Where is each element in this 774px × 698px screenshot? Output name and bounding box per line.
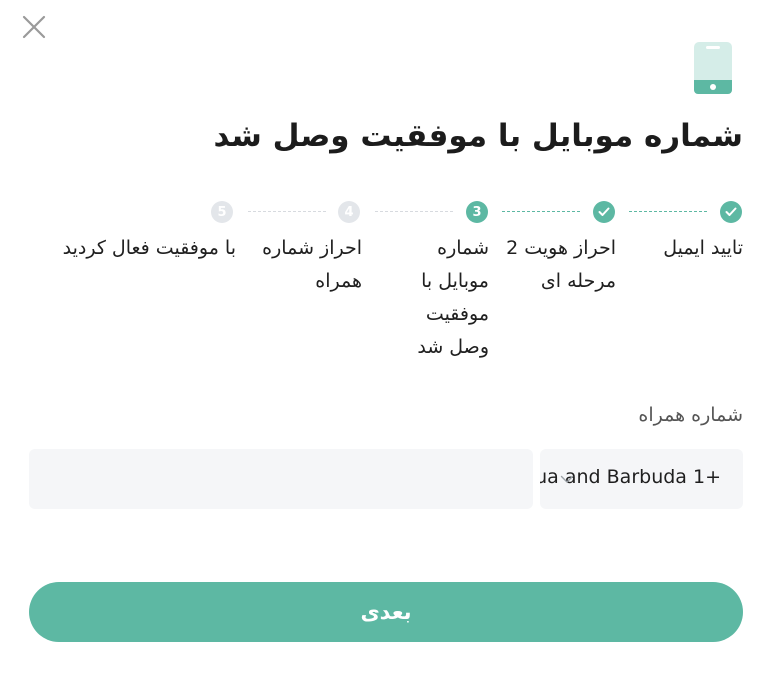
country-code-select[interactable]: Antigua and Barbuda 1+: [540, 449, 743, 509]
mobile-phone-icon: [694, 42, 732, 94]
step-3-number: 3: [466, 201, 488, 223]
step-5-number: 5: [211, 201, 233, 223]
step-5-label: با موفقیت فعال کردید: [62, 237, 236, 259]
step-1-label: تایید ایمیل: [663, 237, 743, 259]
step-connector: [629, 211, 707, 212]
step-4-number: 4: [338, 201, 360, 223]
step-connector: [502, 211, 580, 212]
phone-number-label: شماره همراه: [638, 404, 743, 426]
step-2-check-icon: [593, 201, 615, 223]
close-button[interactable]: [20, 13, 48, 41]
progress-stepper: تایید ایمیل احراز هویت 2 مرحله ای 3 شمار…: [0, 200, 774, 370]
next-button[interactable]: بعدی: [29, 582, 743, 642]
page-title: شماره موبایل با موفقیت وصل شد: [213, 118, 743, 154]
chevron-down-icon: [560, 475, 574, 483]
step-2-label: احراز هویت 2 مرحله ای: [506, 237, 616, 292]
phone-number-input[interactable]: [29, 449, 533, 509]
step-connector: [375, 211, 453, 212]
step-connector: [248, 211, 326, 212]
step-4-label: احراز شماره همراه: [262, 237, 362, 292]
close-icon: [22, 15, 46, 39]
step-3-label: شماره موبایل با موفقیت وصل شد: [417, 237, 489, 358]
step-1-check-icon: [720, 201, 742, 223]
